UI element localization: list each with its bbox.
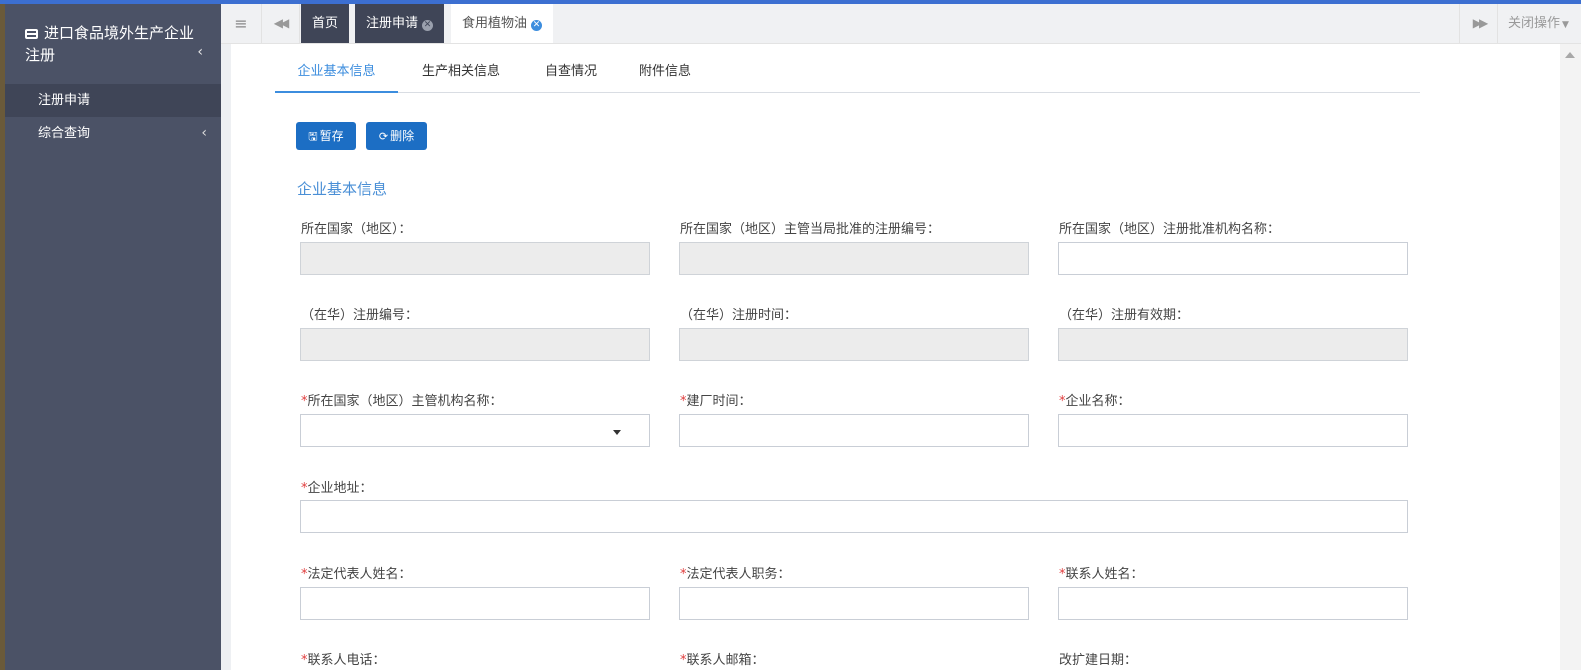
close-operations-dropdown[interactable]: 关闭操作 ▼ bbox=[1497, 4, 1581, 43]
label-expansion-date: 改扩建日期： bbox=[1059, 653, 1138, 668]
button-label: 删除 bbox=[390, 129, 415, 143]
tab-label: 食用植物油 bbox=[462, 16, 528, 31]
close-operations-label: 关闭操作 bbox=[1508, 16, 1561, 31]
form-subtabs: 企业基本信息 生产相关信息 自查情况 附件信息 bbox=[275, 56, 1420, 93]
company-name-field[interactable] bbox=[1058, 414, 1408, 447]
label-country-reg-no: 所在国家（地区）主管当局批准的注册编号： bbox=[680, 222, 941, 237]
build-time-field[interactable] bbox=[679, 414, 1029, 447]
save-draft-button[interactable]: 🖫 暂存 bbox=[296, 122, 356, 150]
section-title: 企业基本信息 bbox=[297, 180, 388, 198]
cn-reg-time-field[interactable] bbox=[679, 328, 1029, 361]
sidebar-title: 进口食品境外生产企业注册 bbox=[25, 24, 195, 64]
floppy-icon: 🖫 bbox=[308, 130, 318, 143]
chevron-left-icon: ‹ bbox=[201, 125, 207, 141]
subtab-basic-info[interactable]: 企业基本信息 bbox=[275, 56, 398, 93]
label-authority-name: *所在国家（地区）主管机构名称： bbox=[301, 394, 503, 409]
subtab-label: 企业基本信息 bbox=[297, 64, 376, 79]
label-contact-name: *联系人姓名： bbox=[1059, 567, 1144, 582]
refresh-icon: ⟳ bbox=[378, 130, 389, 143]
label-company-address: *企业地址： bbox=[301, 481, 373, 496]
label-cn-reg-time: （在华）注册时间： bbox=[680, 308, 798, 323]
sidebar-item-label: 综合查询 bbox=[38, 126, 91, 141]
sidebar-item-register[interactable]: 注册申请 bbox=[5, 84, 221, 117]
company-address-field[interactable] bbox=[300, 500, 1408, 533]
chevron-left-icon[interactable]: ‹ bbox=[197, 44, 203, 60]
caret-down-icon[interactable] bbox=[613, 430, 621, 435]
label-cn-reg-no: （在华）注册编号： bbox=[301, 308, 419, 323]
sidebar: 进口食品境外生产企业注册 ‹ 注册申请 综合查询 ‹ bbox=[5, 4, 221, 670]
label-build-time: *建厂时间： bbox=[680, 394, 752, 409]
contact-name-field[interactable] bbox=[1058, 587, 1408, 620]
tab-register[interactable]: 注册申请 ✕ bbox=[355, 4, 445, 43]
scrollbar[interactable] bbox=[1560, 44, 1581, 670]
subtab-label: 附件信息 bbox=[638, 64, 691, 79]
country-reg-org-field[interactable] bbox=[1058, 242, 1408, 275]
label-country: 所在国家（地区）： bbox=[301, 222, 412, 237]
cn-reg-no-field[interactable] bbox=[300, 328, 650, 361]
sidebar-item-query[interactable]: 综合查询 ‹ bbox=[5, 117, 221, 150]
label-cn-reg-valid: （在华）注册有效期： bbox=[1059, 308, 1190, 323]
delete-button[interactable]: ⟳ 删除 bbox=[366, 122, 427, 150]
tab-label: 注册申请 bbox=[366, 16, 419, 31]
tab-edible-oil[interactable]: 食用植物油 ✕ bbox=[451, 4, 554, 43]
subtab-attachments[interactable]: 附件信息 bbox=[625, 56, 705, 91]
label-legal-rep-title: *法定代表人职务： bbox=[680, 567, 791, 582]
close-circle-icon[interactable]: ✕ bbox=[422, 20, 434, 31]
label-company-name: *企业名称： bbox=[1059, 394, 1131, 409]
subtab-self-check[interactable]: 自查情况 bbox=[531, 56, 611, 91]
sidebar-brand[interactable]: 进口食品境外生产企业注册 bbox=[25, 22, 205, 66]
sidebar-menu: 注册申请 综合查询 ‹ bbox=[5, 84, 221, 150]
hamburger-icon[interactable]: ≡ bbox=[221, 4, 262, 43]
label-contact-email: *联系人邮箱： bbox=[680, 653, 765, 668]
close-circle-icon[interactable]: ✕ bbox=[531, 20, 543, 31]
cn-reg-valid-field[interactable] bbox=[1058, 328, 1408, 361]
button-label: 暂存 bbox=[319, 129, 344, 143]
caret-down-icon: ▼ bbox=[1562, 20, 1569, 30]
tab-label: 首页 bbox=[312, 16, 339, 31]
legal-rep-title-field[interactable] bbox=[679, 587, 1029, 620]
country-field[interactable] bbox=[300, 242, 650, 275]
subtab-production-info[interactable]: 生产相关信息 bbox=[406, 56, 516, 91]
label-country-reg-org: 所在国家（地区）注册批准机构名称： bbox=[1059, 222, 1281, 237]
country-reg-no-field[interactable] bbox=[679, 242, 1029, 275]
backward-icon[interactable]: ◀◀ bbox=[261, 4, 300, 43]
scroll-up-icon[interactable] bbox=[1565, 52, 1575, 58]
subtab-label: 自查情况 bbox=[544, 64, 597, 79]
forward-icon[interactable]: ▶▶ bbox=[1459, 4, 1498, 43]
tab-strip: ≡ ◀◀ 首页 注册申请 ✕ 食用植物油 ✕ ▶▶ 关闭操作 ▼ bbox=[221, 4, 1581, 44]
authority-name-select[interactable] bbox=[300, 414, 650, 447]
label-contact-phone: *联系人电话： bbox=[301, 653, 386, 668]
subtab-label: 生产相关信息 bbox=[421, 64, 500, 79]
legal-rep-name-field[interactable] bbox=[300, 587, 650, 620]
sidebar-item-label: 注册申请 bbox=[38, 93, 91, 108]
card-icon bbox=[25, 29, 38, 39]
label-legal-rep-name: *法定代表人姓名： bbox=[301, 567, 412, 582]
tab-home[interactable]: 首页 bbox=[301, 4, 350, 43]
